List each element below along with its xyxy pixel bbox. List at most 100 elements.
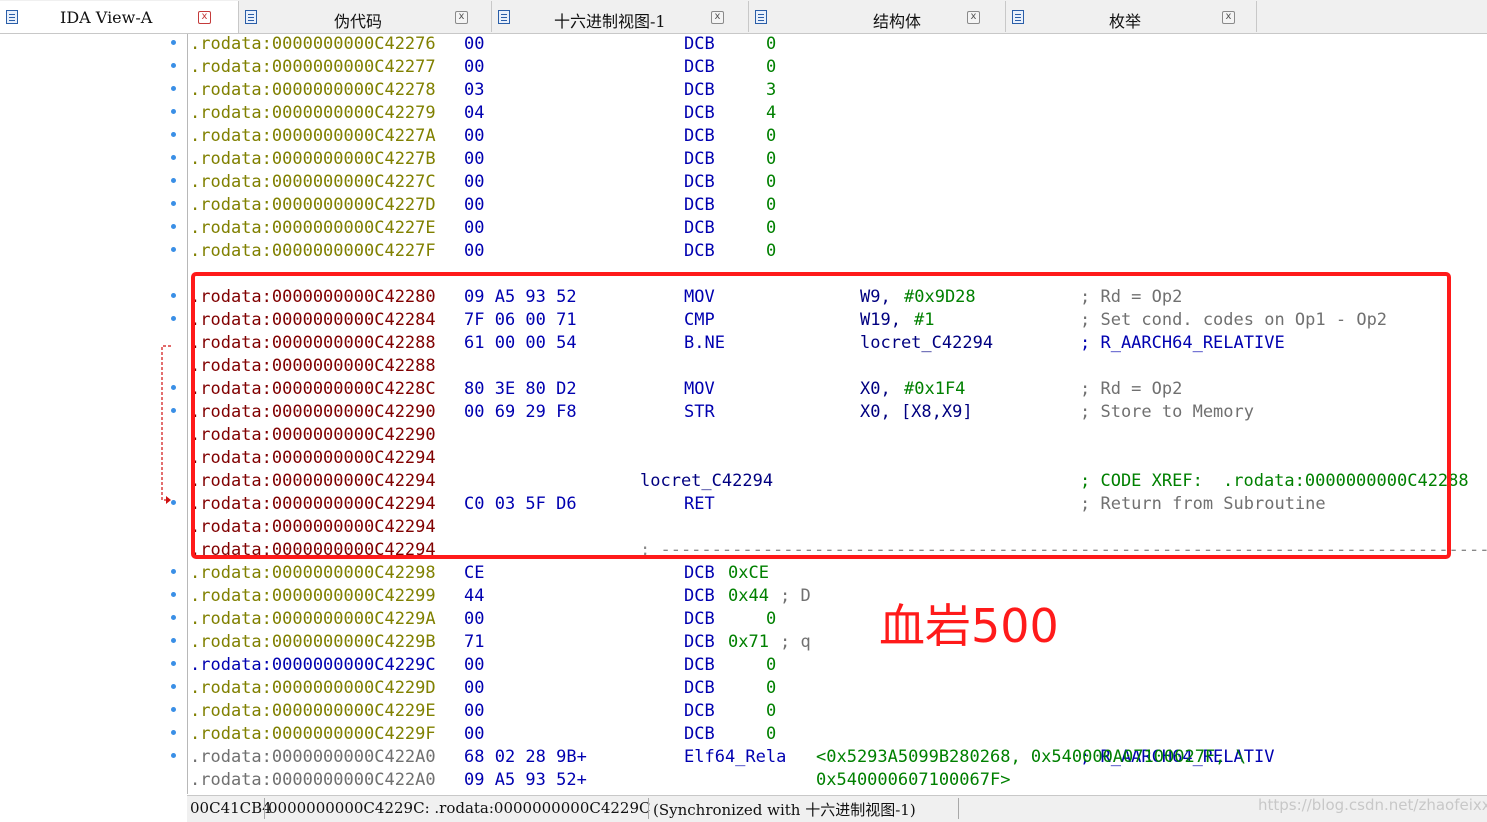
opcode-bytes: 00 xyxy=(464,34,485,54)
opcode-bytes: 00 xyxy=(464,724,485,744)
tab-label: 十六进制视图-1 xyxy=(554,12,666,31)
breakpoint-dot-icon[interactable] xyxy=(171,707,176,712)
mnemonic: DCB xyxy=(684,126,715,146)
structures-icon xyxy=(755,10,767,24)
tab-close-icon[interactable]: x xyxy=(1222,11,1235,24)
opcode-bytes: 00 xyxy=(464,149,485,169)
hex-view-icon xyxy=(498,10,510,24)
breakpoint-dot-icon[interactable] xyxy=(171,224,176,229)
opcode-bytes: 00 xyxy=(464,701,485,721)
address[interactable]: .rodata:0000000000C42277 xyxy=(190,56,436,79)
operand-value: 0 xyxy=(766,57,777,77)
breakpoint-dot-icon[interactable] xyxy=(171,684,176,689)
address[interactable]: .rodata:0000000000C42278 xyxy=(190,79,436,102)
watermark: https://blog.csdn.net/zhaofeixxx xyxy=(1258,796,1487,814)
operand-value: 0xCE xyxy=(728,563,769,583)
operand-value: 0 xyxy=(766,126,777,146)
opcode-bytes: 00 xyxy=(464,57,485,77)
address[interactable]: .rodata:0000000000C4229E xyxy=(190,700,436,723)
tab-1[interactable]: IDA View-A x xyxy=(0,1,239,33)
breakpoint-dot-icon[interactable] xyxy=(171,661,176,666)
opcode-bytes: 03 xyxy=(464,80,485,100)
address[interactable]: .rodata:0000000000C4227E xyxy=(190,217,436,240)
breakpoint-dot-icon[interactable] xyxy=(171,178,176,183)
mnemonic: DCB xyxy=(684,655,715,675)
address[interactable]: .rodata:0000000000C4227B xyxy=(190,148,436,171)
mnemonic: DCB xyxy=(684,172,715,192)
address[interactable]: .rodata:0000000000C422A0 xyxy=(190,746,436,769)
breakpoint-dot-icon[interactable] xyxy=(171,316,176,321)
opcode-bytes: 00 xyxy=(464,678,485,698)
address[interactable]: .rodata:0000000000C4229B xyxy=(190,631,436,654)
address[interactable]: .rodata:0000000000C4229A xyxy=(190,608,436,631)
mnemonic: DCB xyxy=(684,678,715,698)
listing-gutter xyxy=(0,34,187,794)
breakpoint-dot-icon[interactable] xyxy=(171,109,176,114)
breakpoint-dot-icon[interactable] xyxy=(171,201,176,206)
gutter-divider xyxy=(187,34,188,794)
address[interactable]: .rodata:0000000000C42276 xyxy=(190,33,436,56)
breakpoint-dot-icon[interactable] xyxy=(171,592,176,597)
breakpoint-dot-icon[interactable] xyxy=(171,86,176,91)
mnemonic: DCB xyxy=(684,103,715,123)
breakpoint-dot-icon[interactable] xyxy=(171,155,176,160)
address[interactable]: .rodata:0000000000C4229C xyxy=(190,654,436,677)
address[interactable]: .rodata:0000000000C4227A xyxy=(190,125,436,148)
address[interactable]: .rodata:0000000000C4227C xyxy=(190,171,436,194)
rela-values: 0x540000607100067F> xyxy=(816,770,1011,790)
mnemonic: DCB xyxy=(684,632,715,652)
breakpoint-dot-icon[interactable] xyxy=(171,63,176,68)
operand-value: 0 xyxy=(766,609,777,629)
address[interactable]: .rodata:0000000000C42298 xyxy=(190,562,436,585)
opcode-bytes: 09 A5 93 52+ xyxy=(464,770,587,790)
breakpoint-dot-icon[interactable] xyxy=(171,293,176,298)
opcode-bytes: 44 xyxy=(464,586,485,606)
tab-5[interactable]: 枚举 x xyxy=(1006,1,1257,32)
tab-close-icon[interactable]: x xyxy=(711,11,724,24)
tab-close-icon[interactable]: x xyxy=(198,11,211,24)
branch-arrow-icon xyxy=(161,345,171,504)
address[interactable]: .rodata:0000000000C4229F xyxy=(190,723,436,746)
breakpoint-dot-icon[interactable] xyxy=(171,753,176,758)
status-sync: (Synchronized with 十六进制视图-1) xyxy=(653,801,916,819)
address[interactable]: .rodata:0000000000C4227F xyxy=(190,240,436,263)
address[interactable]: .rodata:0000000000C42299 xyxy=(190,585,436,608)
mnemonic: DCB xyxy=(684,57,715,77)
mnemonic: DCB xyxy=(684,195,715,215)
tab-2[interactable]: 伪代码 x xyxy=(239,1,492,32)
breakpoint-dot-icon[interactable] xyxy=(171,615,176,620)
opcode-bytes: 00 xyxy=(464,609,485,629)
address[interactable]: .rodata:0000000000C42279 xyxy=(190,102,436,125)
mnemonic: DCB xyxy=(684,218,715,238)
tab-4[interactable]: 结构体 x xyxy=(749,1,1006,32)
breakpoint-dot-icon[interactable] xyxy=(171,730,176,735)
mnemonic: Elf64_Rela xyxy=(684,747,787,767)
opcode-bytes: 71 xyxy=(464,632,485,652)
breakpoint-dot-icon[interactable] xyxy=(171,40,176,45)
tab-close-icon[interactable]: x xyxy=(967,11,980,24)
operand-value: 4 xyxy=(766,103,777,123)
address[interactable]: .rodata:0000000000C422A0 xyxy=(190,769,436,792)
opcode-bytes: 00 xyxy=(464,126,485,146)
opcode-bytes: 04 xyxy=(464,103,485,123)
operand-value: 0 xyxy=(766,172,777,192)
status-location: 0000000000C4229C: .rodata:0000000000C422… xyxy=(268,799,651,817)
breakpoint-dot-icon[interactable] xyxy=(171,638,176,643)
tab-label: 伪代码 xyxy=(334,12,383,31)
mnemonic: DCB xyxy=(684,149,715,169)
opcode-bytes: CE xyxy=(464,563,485,583)
address[interactable]: .rodata:0000000000C4227D xyxy=(190,194,436,217)
tab-3[interactable]: 十六进制视图-1 x xyxy=(492,1,749,32)
breakpoint-dot-icon[interactable] xyxy=(171,247,176,252)
address[interactable]: .rodata:0000000000C4229D xyxy=(190,677,436,700)
operand-value: 0 xyxy=(766,149,777,169)
operand-value: 0 xyxy=(766,241,777,261)
breakpoint-dot-icon[interactable] xyxy=(171,132,176,137)
opcode-bytes: 00 xyxy=(464,655,485,675)
pseudocode-icon xyxy=(245,10,257,24)
mnemonic: DCB xyxy=(684,586,715,606)
breakpoint-dot-icon[interactable] xyxy=(171,569,176,574)
tab-label: 枚举 xyxy=(1109,12,1142,31)
tab-close-icon[interactable]: x xyxy=(455,11,468,24)
comment: ; q xyxy=(780,632,811,652)
